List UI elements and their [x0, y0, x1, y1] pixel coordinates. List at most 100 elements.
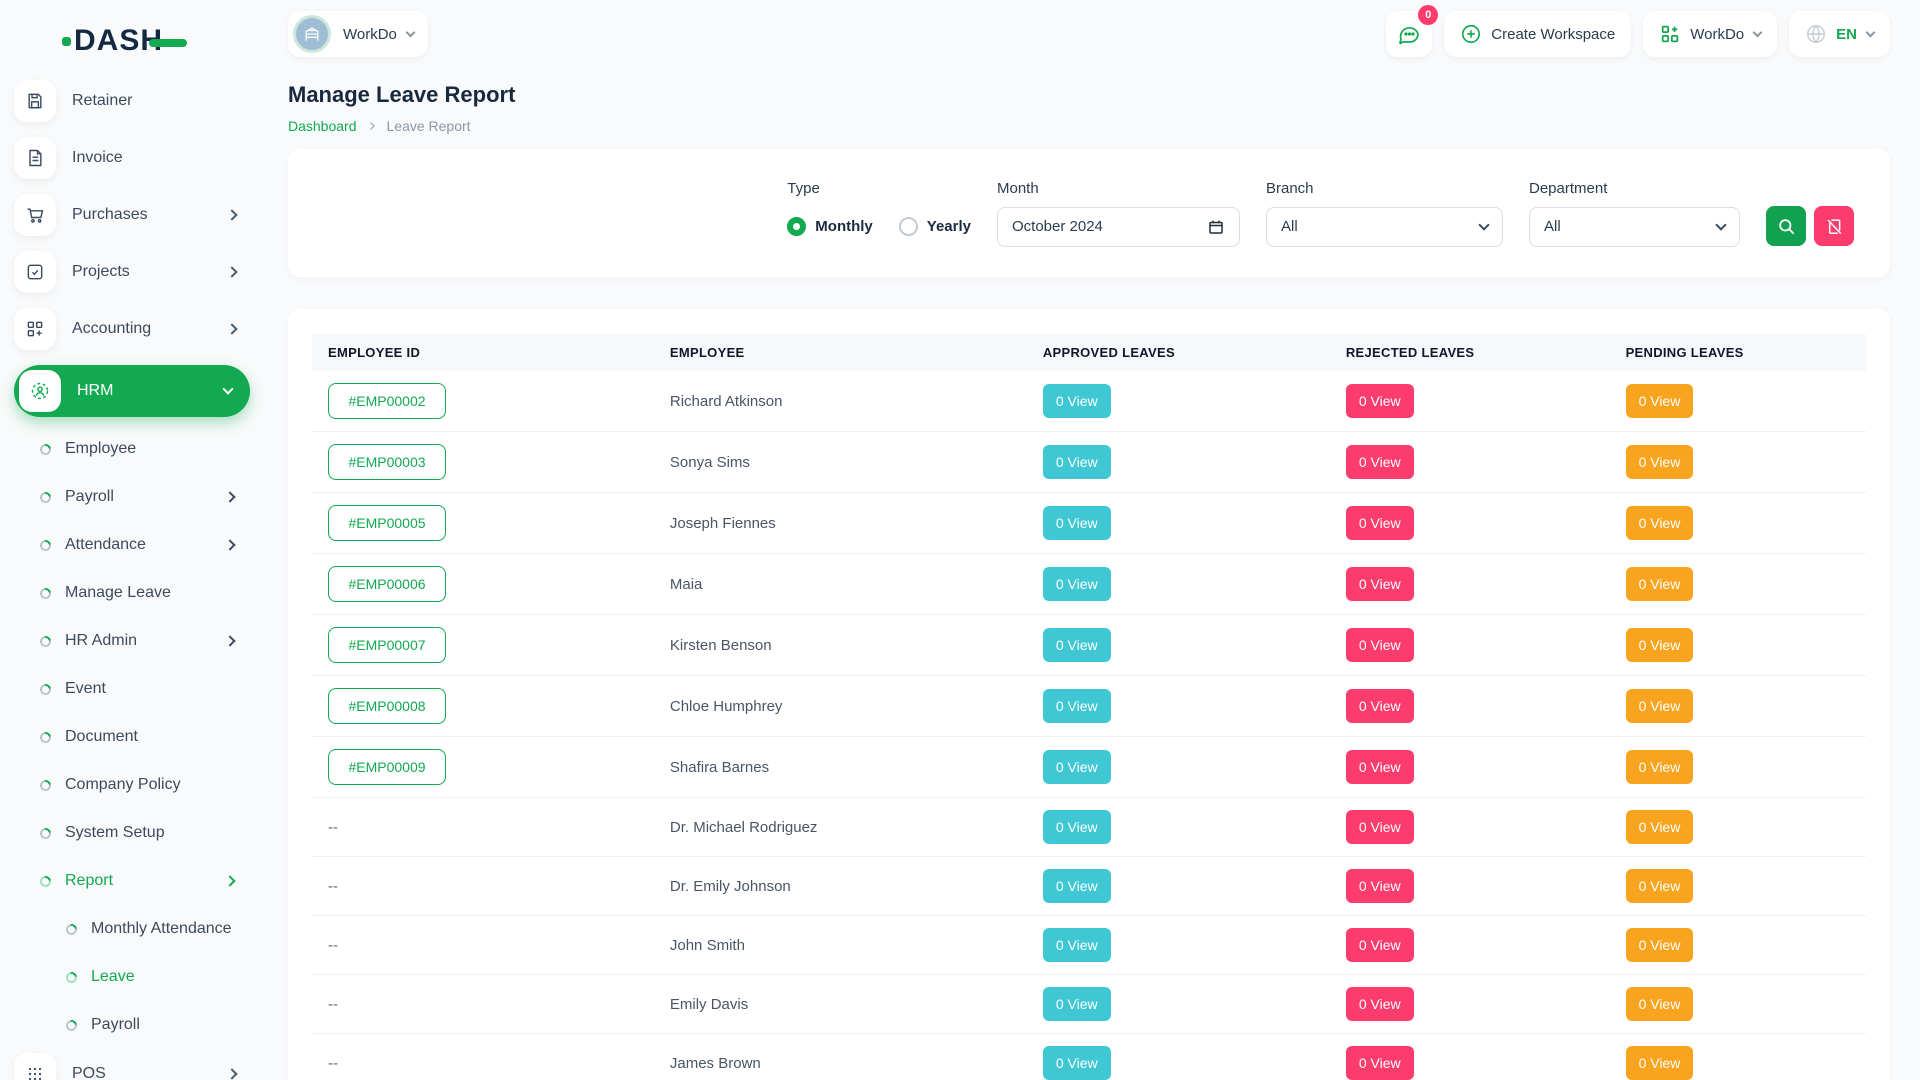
employee-id-button[interactable]: #EMP00009: [328, 749, 446, 785]
create-workspace-button[interactable]: Create Workspace: [1444, 11, 1631, 57]
chevron-down-icon: [222, 383, 233, 394]
chevron-down-icon: [405, 27, 415, 37]
rejected-view-button[interactable]: 0 View: [1346, 1046, 1414, 1080]
pending-view-button[interactable]: 0 View: [1626, 987, 1694, 1021]
pending-view-button[interactable]: 0 View: [1626, 750, 1694, 784]
breadcrumb-dashboard-link[interactable]: Dashboard: [288, 118, 357, 134]
employee-name: Richard Atkinson: [654, 371, 1027, 432]
sidebar-item-system-setup[interactable]: System Setup: [14, 813, 250, 853]
pending-view-button[interactable]: 0 View: [1626, 384, 1694, 418]
approved-view-button[interactable]: 0 View: [1043, 1046, 1111, 1080]
sidebar-item-event[interactable]: Event: [14, 669, 250, 709]
pending-view-button[interactable]: 0 View: [1626, 810, 1694, 844]
rejected-view-button[interactable]: 0 View: [1346, 987, 1414, 1021]
employee-name: Sonya Sims: [654, 432, 1027, 493]
bullet-icon: [38, 777, 53, 792]
pending-view-button[interactable]: 0 View: [1626, 928, 1694, 962]
sidebar-item-payroll[interactable]: Payroll: [14, 1005, 250, 1045]
search-button[interactable]: [1766, 206, 1806, 246]
pending-view-button[interactable]: 0 View: [1626, 506, 1694, 540]
radio-monthly[interactable]: Monthly: [787, 217, 873, 236]
sidebar-item-leave[interactable]: Leave: [14, 957, 250, 997]
approved-view-button[interactable]: 0 View: [1043, 928, 1111, 962]
rejected-view-button[interactable]: 0 View: [1346, 445, 1414, 479]
sidebar-item-monthly-attendance[interactable]: Monthly Attendance: [14, 909, 250, 949]
employee-id-button[interactable]: #EMP00005: [328, 505, 446, 541]
employee-id-button[interactable]: #EMP00003: [328, 444, 446, 480]
sidebar-item-projects[interactable]: Projects: [14, 251, 250, 293]
sidebar-item-payroll[interactable]: Payroll: [14, 477, 250, 517]
sidebar-item-label: Payroll: [91, 1016, 140, 1034]
pending-view-button[interactable]: 0 View: [1626, 869, 1694, 903]
rejected-view-button[interactable]: 0 View: [1346, 689, 1414, 723]
approved-view-button[interactable]: 0 View: [1043, 810, 1111, 844]
rejected-view-button[interactable]: 0 View: [1346, 384, 1414, 418]
rejected-view-button[interactable]: 0 View: [1346, 506, 1414, 540]
rejected-view-button[interactable]: 0 View: [1346, 928, 1414, 962]
sidebar-item-company-policy[interactable]: Company Policy: [14, 765, 250, 805]
table-row: --Dr. Emily Johnson0 View0 View0 View: [312, 857, 1866, 916]
sidebar-item-label: Accounting: [72, 320, 151, 338]
sidebar-item-purchases[interactable]: Purchases: [14, 194, 250, 236]
rejected-view-button[interactable]: 0 View: [1346, 750, 1414, 784]
employee-name: Kirsten Benson: [654, 615, 1027, 676]
approved-view-button[interactable]: 0 View: [1043, 689, 1111, 723]
pending-view-button[interactable]: 0 View: [1626, 1046, 1694, 1080]
sidebar-item-attendance[interactable]: Attendance: [14, 525, 250, 565]
employee-id-button[interactable]: #EMP00006: [328, 566, 446, 602]
workspace-name: WorkDo: [343, 26, 397, 43]
approved-view-button[interactable]: 0 View: [1043, 750, 1111, 784]
app-logo[interactable]: DASH: [14, 16, 250, 80]
sidebar-item-manage-leave[interactable]: Manage Leave: [14, 573, 250, 613]
language-selector[interactable]: EN: [1789, 11, 1890, 57]
bullet-icon: [64, 1017, 79, 1032]
table-row: --John Smith0 View0 View0 View: [312, 916, 1866, 975]
approved-view-button[interactable]: 0 View: [1043, 628, 1111, 662]
accounting-icon: [14, 308, 56, 350]
employee-id-button[interactable]: #EMP00002: [328, 383, 446, 419]
approved-view-button[interactable]: 0 View: [1043, 445, 1111, 479]
pending-view-button[interactable]: 0 View: [1626, 689, 1694, 723]
approved-view-button[interactable]: 0 View: [1043, 567, 1111, 601]
reset-filter-button[interactable]: [1814, 206, 1854, 246]
sidebar-item-document[interactable]: Document: [14, 717, 250, 757]
sidebar-item-employee[interactable]: Employee: [14, 429, 250, 469]
employee-id-empty: --: [328, 1055, 338, 1072]
sidebar-item-invoice[interactable]: Invoice: [14, 137, 250, 179]
table-row: #EMP00009Shafira Barnes0 View0 View0 Vie…: [312, 737, 1866, 798]
pending-view-button[interactable]: 0 View: [1626, 628, 1694, 662]
employee-name: Joseph Fiennes: [654, 493, 1027, 554]
pending-view-button[interactable]: 0 View: [1626, 445, 1694, 479]
sidebar-item-retainer[interactable]: Retainer: [14, 80, 250, 122]
sidebar-item-label: Leave: [91, 968, 135, 986]
approved-view-button[interactable]: 0 View: [1043, 506, 1111, 540]
sidebar-item-accounting[interactable]: Accounting: [14, 308, 250, 350]
branch-filter-group: Branch All: [1266, 180, 1503, 247]
pending-view-button[interactable]: 0 View: [1626, 567, 1694, 601]
approved-view-button[interactable]: 0 View: [1043, 987, 1111, 1021]
approved-view-button[interactable]: 0 View: [1043, 869, 1111, 903]
employee-name: James Brown: [654, 1034, 1027, 1080]
department-select[interactable]: All: [1529, 207, 1740, 247]
rejected-view-button[interactable]: 0 View: [1346, 869, 1414, 903]
radio-yearly[interactable]: Yearly: [899, 217, 971, 236]
sidebar-item-report[interactable]: Report: [14, 861, 250, 901]
rejected-view-button[interactable]: 0 View: [1346, 567, 1414, 601]
month-input[interactable]: October 2024: [997, 207, 1240, 247]
employee-id-empty: --: [328, 996, 338, 1013]
workspace-selector[interactable]: WorkDo: [288, 11, 428, 57]
branch-select[interactable]: All: [1266, 207, 1503, 247]
search-icon: [1777, 217, 1796, 236]
sidebar-item-hr-admin[interactable]: HR Admin: [14, 621, 250, 661]
rejected-view-button[interactable]: 0 View: [1346, 810, 1414, 844]
rejected-view-button[interactable]: 0 View: [1346, 628, 1414, 662]
sidebar-item-pos[interactable]: POS: [14, 1053, 250, 1080]
sidebar-item-hrm[interactable]: HRM: [14, 365, 250, 417]
employee-id-button[interactable]: #EMP00007: [328, 627, 446, 663]
employee-id-button[interactable]: #EMP00008: [328, 688, 446, 724]
messages-button[interactable]: 0: [1386, 11, 1432, 57]
month-label: Month: [997, 180, 1240, 197]
workspace-switcher[interactable]: WorkDo: [1643, 11, 1777, 57]
approved-view-button[interactable]: 0 View: [1043, 384, 1111, 418]
table-row: #EMP00006Maia0 View0 View0 View: [312, 554, 1866, 615]
